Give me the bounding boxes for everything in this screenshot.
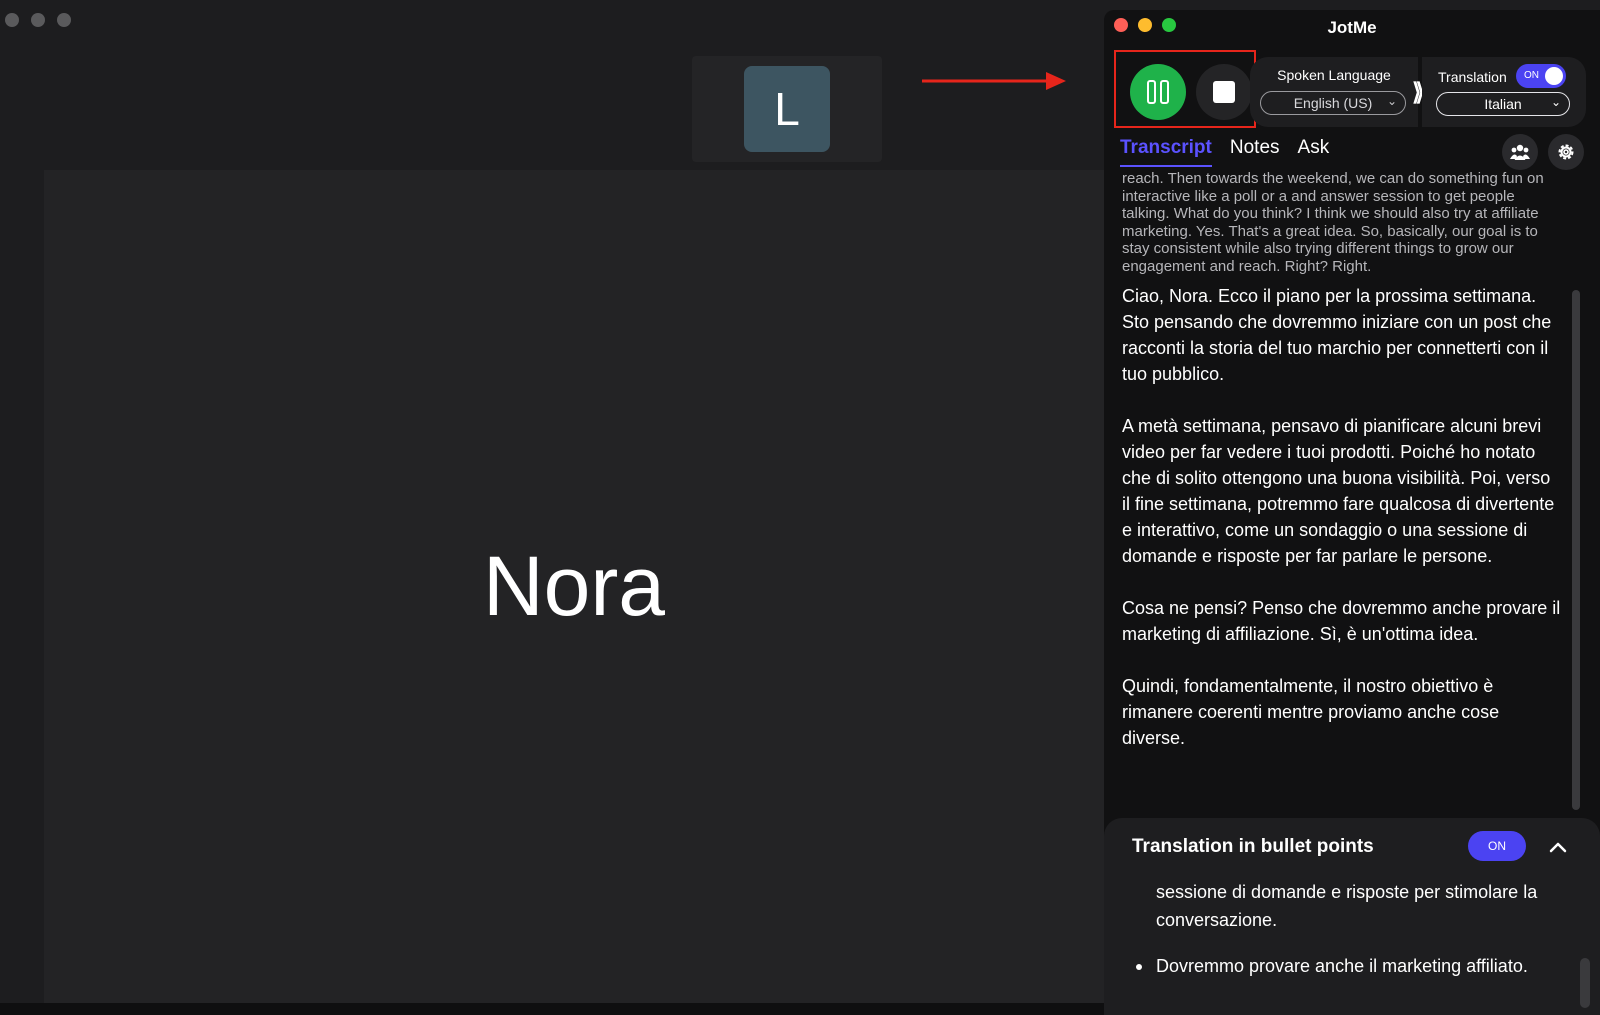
pause-icon [1147, 80, 1156, 104]
stop-icon [1213, 81, 1235, 103]
bullet-continuation: sessione di domande e risposte per stimo… [1156, 882, 1538, 930]
translation-label: Translation [1438, 69, 1507, 85]
double-chevron-right-icon: ⟩⟩ [1412, 79, 1425, 106]
jotme-panel: JotMe Spoken Language English (US) ⌄ ⟩⟩ … [1104, 10, 1600, 1015]
translated-paragraph: Quindi, fondamentalmente, il nostro obie… [1122, 676, 1500, 748]
avatar: L [744, 66, 830, 152]
translation-language-value: Italian [1484, 96, 1522, 112]
speaker-stage: Nora [44, 170, 1104, 1003]
window-controls-bg [5, 13, 71, 27]
participant-thumbnail[interactable]: L [692, 56, 882, 162]
translated-paragraph: A metà settimana, pensavo di pianificare… [1122, 416, 1555, 566]
close-dot[interactable] [5, 13, 19, 27]
people-icon [1510, 144, 1530, 160]
original-transcript-text: reach. Then towards the weekend, we can … [1122, 170, 1544, 275]
zoom-dot[interactable] [57, 13, 71, 27]
speaker-name: Nora [482, 539, 666, 633]
translation-box: Translation ON Italian ⌄ [1422, 57, 1586, 127]
stop-button[interactable] [1196, 64, 1252, 120]
translation-toggle-text: ON [1524, 70, 1539, 81]
tab-notes[interactable]: Notes [1230, 137, 1280, 167]
chevron-down-icon: ⌄ [1386, 94, 1397, 108]
chevron-up-icon [1549, 842, 1567, 853]
transcript-scrollbar[interactable] [1572, 290, 1580, 810]
toggle-knob [1545, 67, 1563, 85]
spoken-language-select[interactable]: English (US) ⌄ [1260, 91, 1406, 115]
chevron-down-icon: ⌄ [1550, 95, 1561, 109]
titlebar: JotMe [1104, 10, 1600, 44]
spoken-language-box: Spoken Language English (US) ⌄ [1250, 57, 1418, 127]
translation-language-select[interactable]: Italian ⌄ [1436, 92, 1570, 116]
settings-button[interactable] [1548, 134, 1584, 170]
collapse-button[interactable] [1544, 833, 1572, 861]
spoken-language-label: Spoken Language [1277, 67, 1391, 83]
red-arrow-icon [922, 72, 1066, 90]
participants-button[interactable] [1502, 134, 1538, 170]
bullet-item-text: Dovremmo provare anche il marketing affi… [1156, 956, 1528, 976]
translation-toggle[interactable]: ON [1516, 64, 1566, 88]
tab-transcript[interactable]: Transcript [1120, 137, 1212, 167]
tab-bar: Transcript Notes Ask [1120, 137, 1329, 167]
gear-icon [1558, 144, 1574, 160]
translated-paragraph: Cosa ne pensi? Penso che dovremmo anche … [1122, 598, 1561, 644]
transcript-area[interactable]: reach. Then towards the weekend, we can … [1122, 170, 1562, 818]
bullets-scrollbar[interactable] [1580, 958, 1590, 1008]
bullet-dot [1136, 964, 1142, 970]
bullet-points-toggle[interactable]: ON [1468, 831, 1526, 861]
pause-icon-bar [1160, 80, 1169, 104]
bullet-points-panel: Translation in bullet points ON sessione… [1104, 818, 1600, 1015]
spoken-language-value: English (US) [1293, 95, 1373, 111]
translated-paragraph: Ciao, Nora. Ecco il piano per la prossim… [1122, 286, 1552, 384]
bullet-points-title: Translation in bullet points [1132, 836, 1374, 857]
app-title: JotMe [1327, 18, 1377, 37]
minimize-dot[interactable] [31, 13, 45, 27]
bullet-item: Dovremmo provare anche il marketing affi… [1136, 952, 1576, 980]
recording-controls-highlight [1114, 50, 1256, 128]
pause-button[interactable] [1130, 64, 1186, 120]
tab-ask[interactable]: Ask [1298, 137, 1330, 167]
